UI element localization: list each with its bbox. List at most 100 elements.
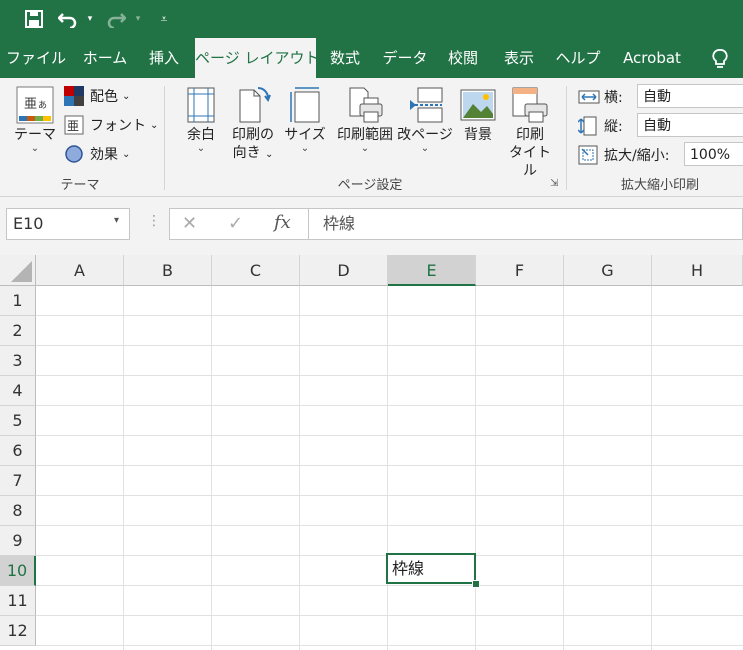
gridline <box>475 286 476 650</box>
chevron-down-icon: ⌄ <box>360 143 370 154</box>
name-box-dropdown-icon[interactable]: ▾ <box>114 215 119 226</box>
column-header-e[interactable]: E <box>388 255 476 286</box>
chevron-down-icon: ⌄ <box>122 90 131 102</box>
gridline <box>36 375 743 376</box>
insert-function-icon[interactable]: fx <box>274 212 291 233</box>
row-header-12[interactable]: 12 <box>0 616 36 646</box>
gridline <box>299 286 300 650</box>
svg-text:亜: 亜 <box>24 97 37 112</box>
chevron-down-icon: ⌄ <box>300 143 310 154</box>
tab-view[interactable]: 表示 <box>496 38 542 78</box>
group-separator <box>566 86 567 190</box>
column-header-a[interactable]: A <box>36 255 124 286</box>
height-field[interactable]: 自動 <box>637 113 743 137</box>
themes-icon: 亜あ <box>16 86 54 124</box>
chevron-down-icon: ⌄ <box>150 119 159 131</box>
column-header-h[interactable]: H <box>652 255 743 286</box>
undo-dropdown-icon[interactable]: ▾ <box>84 7 96 31</box>
gridline <box>36 645 743 646</box>
width-label: 横: <box>604 90 623 106</box>
tab-review[interactable]: 校閲 <box>440 38 486 78</box>
size-button[interactable]: サイズ ⌄ <box>284 86 326 154</box>
margins-label: 余白 <box>187 127 215 143</box>
tab-formulas[interactable]: 数式 <box>322 38 368 78</box>
redo-dropdown-icon[interactable]: ▾ <box>132 7 144 31</box>
tab-file[interactable]: ファイル <box>4 38 68 78</box>
print-titles-label-1: 印刷 <box>516 127 544 143</box>
dialog-launcher-icon[interactable]: ⇲ <box>550 178 558 189</box>
themes-button[interactable]: 亜あ テーマ ⌄ <box>10 86 60 154</box>
print-area-icon <box>346 86 384 124</box>
tab-page-layout[interactable]: ページ レイアウト <box>195 38 319 79</box>
tab-home[interactable]: ホーム <box>76 38 134 78</box>
width-control: 横: <box>578 85 623 109</box>
formula-input[interactable]: 枠線 <box>309 209 355 239</box>
tab-acrobat[interactable]: Acrobat <box>614 38 690 78</box>
row-header-8[interactable]: 8 <box>0 496 36 526</box>
theme-fonts-icon: 亜 <box>64 115 84 135</box>
customize-qat-icon[interactable]: ⩡ <box>156 7 172 31</box>
background-icon <box>459 86 497 124</box>
tab-help[interactable]: ヘルプ <box>552 38 604 78</box>
gridline <box>36 405 743 406</box>
orientation-label-1: 印刷の <box>232 127 274 143</box>
margins-icon <box>186 86 216 124</box>
row-header-10[interactable]: 10 <box>0 556 36 586</box>
gridline <box>651 286 652 650</box>
lightbulb-icon[interactable] <box>705 38 735 78</box>
scale-icon <box>578 145 598 165</box>
row-header-5[interactable]: 5 <box>0 406 36 436</box>
column-header-c[interactable]: C <box>212 255 300 286</box>
scale-field[interactable]: 100% <box>684 142 743 166</box>
theme-fonts-button[interactable]: 亜 フォント ⌄ <box>64 113 158 137</box>
print-area-label: 印刷範囲 <box>337 127 393 143</box>
name-box[interactable]: E10 <box>6 208 130 240</box>
row-header-7[interactable]: 7 <box>0 466 36 496</box>
row-header-1[interactable]: 1 <box>0 286 36 316</box>
svg-text:あ: あ <box>38 100 47 111</box>
fill-handle[interactable] <box>472 580 480 588</box>
row-header-9[interactable]: 9 <box>0 526 36 556</box>
row-header-6[interactable]: 6 <box>0 436 36 466</box>
print-titles-button[interactable]: 印刷 タイトル <box>504 86 556 180</box>
tab-data[interactable]: データ <box>378 38 432 78</box>
title-bar: ▾ ▾ ⩡ <box>0 0 743 38</box>
background-button[interactable]: 背景 <box>456 86 500 144</box>
row-header-3[interactable]: 3 <box>0 346 36 376</box>
column-header-d[interactable]: D <box>300 255 388 286</box>
column-header-g[interactable]: G <box>564 255 652 286</box>
worksheet-grid: A B C D E F G H 1 2 3 4 5 6 7 8 9 10 11 … <box>0 255 743 650</box>
orientation-button[interactable]: 印刷の 向き ⌄ <box>228 86 278 164</box>
select-all-button[interactable] <box>0 255 36 286</box>
save-icon[interactable] <box>22 7 46 31</box>
formula-bar-grip-icon: ⋮ <box>147 213 161 229</box>
enter-icon[interactable]: ✓ <box>228 213 243 234</box>
row-header-11[interactable]: 11 <box>0 586 36 616</box>
active-cell-e10[interactable]: 枠線 <box>386 553 476 584</box>
gridline <box>36 615 743 616</box>
size-label: サイズ <box>284 127 326 143</box>
chevron-down-icon: ⌄ <box>30 143 40 154</box>
print-area-button[interactable]: 印刷範囲 ⌄ <box>332 86 398 154</box>
tab-insert[interactable]: 挿入 <box>140 38 188 78</box>
chevron-down-icon: ⌄ <box>265 149 274 160</box>
breaks-button[interactable]: 改ページ ⌄ <box>396 86 454 154</box>
theme-effects-button[interactable]: 効果 ⌄ <box>64 142 130 166</box>
undo-icon[interactable] <box>56 7 80 31</box>
orientation-label-2: 向き ⌄ <box>232 145 274 161</box>
theme-colors-button[interactable]: 配色 ⌄ <box>64 84 130 108</box>
height-label: 縦: <box>604 119 623 135</box>
margins-button[interactable]: 余白 ⌄ <box>180 86 222 154</box>
column-header-b[interactable]: B <box>124 255 212 286</box>
column-header-f[interactable]: F <box>476 255 564 286</box>
redo-icon[interactable] <box>104 7 128 31</box>
breaks-icon <box>406 86 444 124</box>
scale-group-label: 拡大縮小印刷 <box>620 178 699 193</box>
cancel-icon[interactable]: ✕ <box>182 213 197 234</box>
row-header-2[interactable]: 2 <box>0 316 36 346</box>
group-separator <box>164 86 165 190</box>
width-field[interactable]: 自動 <box>637 84 743 108</box>
ribbon-tabs: ファイル ホーム 挿入 ページ レイアウト 数式 データ 校閲 表示 ヘルプ A… <box>0 38 743 79</box>
page-setup-group-label: ページ設定 <box>337 178 403 193</box>
row-header-4[interactable]: 4 <box>0 376 36 406</box>
